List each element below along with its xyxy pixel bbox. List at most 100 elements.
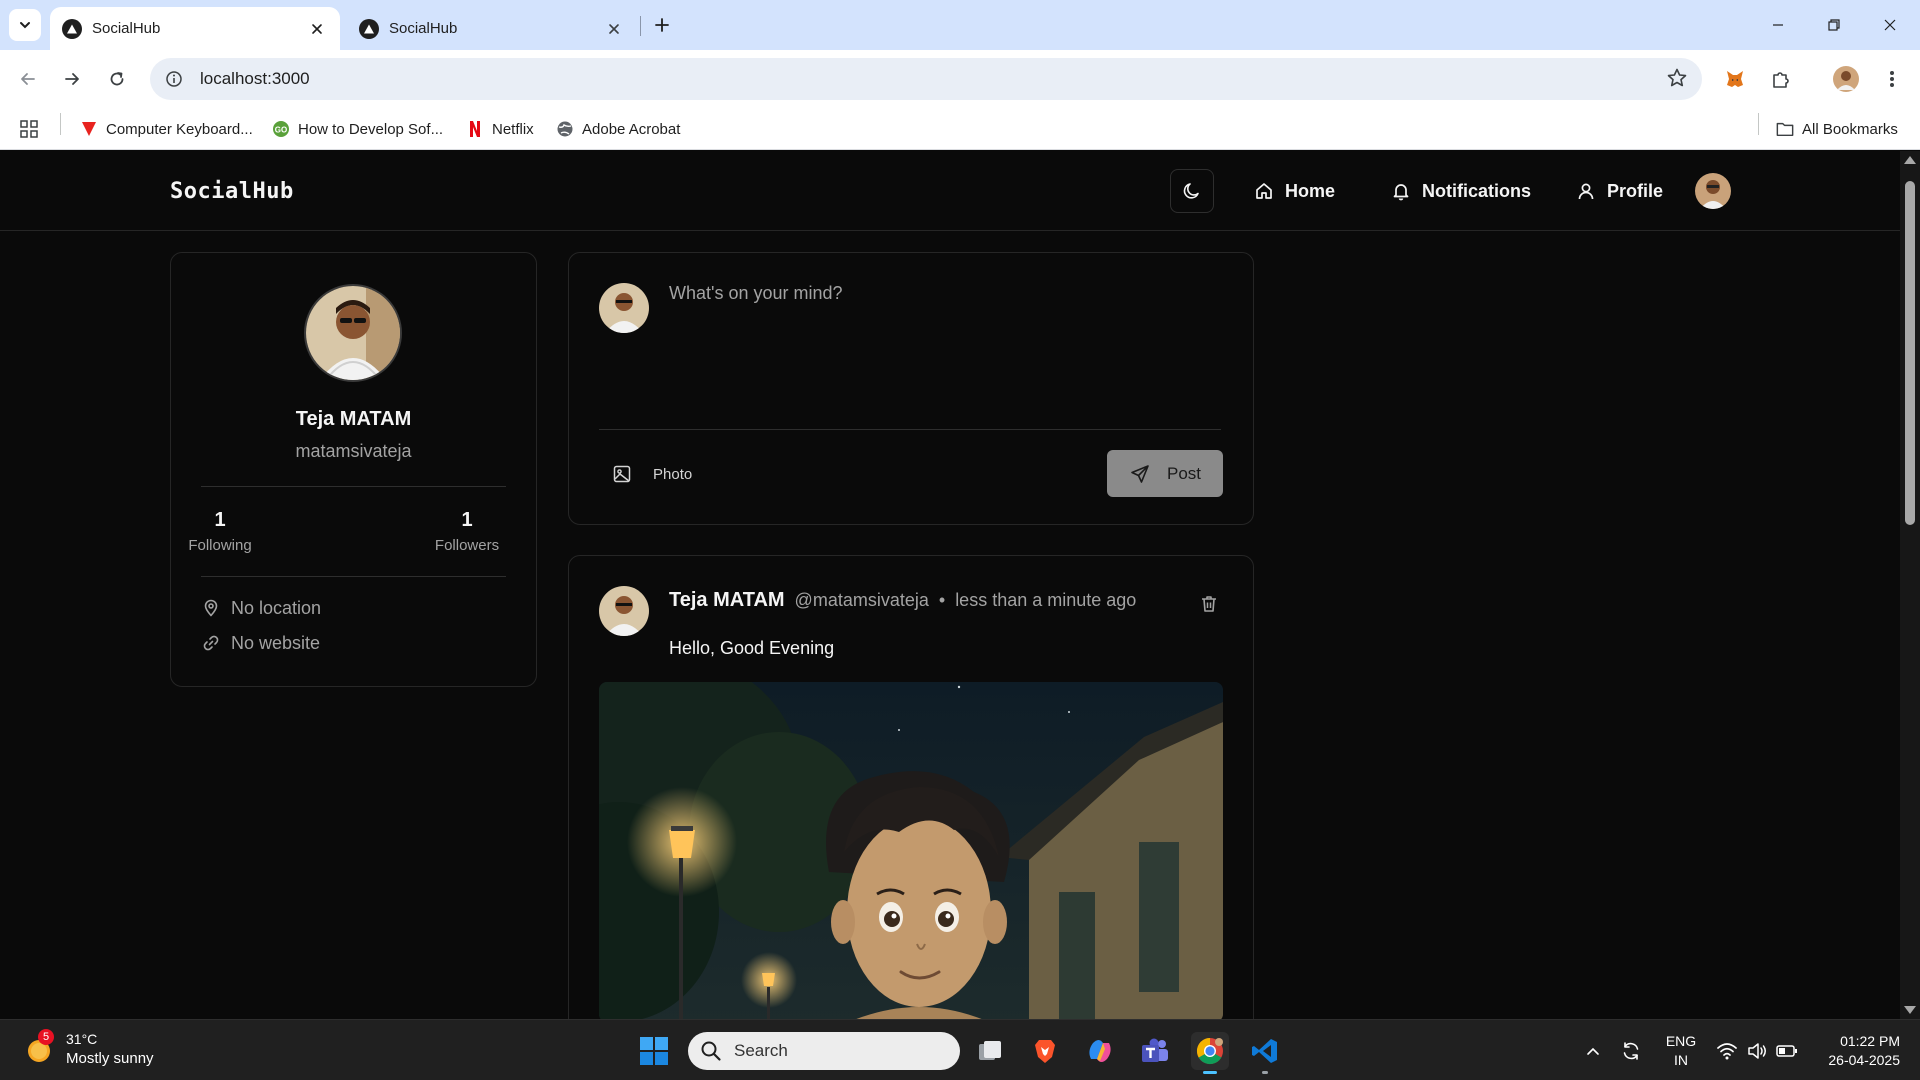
- show-hidden-icons-button[interactable]: [1582, 1040, 1604, 1062]
- post-button[interactable]: Post: [1107, 450, 1223, 497]
- tab-title: SocialHub: [389, 20, 458, 37]
- tab-search-button[interactable]: [9, 9, 41, 41]
- nav-home-label: Home: [1285, 180, 1336, 201]
- new-tab-button[interactable]: [648, 11, 676, 39]
- tab-title: SocialHub: [92, 20, 161, 37]
- battery-tray-icon[interactable]: [1776, 1040, 1798, 1062]
- extensions-puzzle-icon[interactable]: [1765, 63, 1797, 95]
- profile-divider: [201, 576, 506, 577]
- brave-browser-app[interactable]: [1026, 1032, 1064, 1070]
- taskbar-clock[interactable]: 01:22 PM 26-04-2025: [1808, 1032, 1900, 1070]
- vscode-app[interactable]: [1246, 1032, 1284, 1074]
- post-content-input[interactable]: [669, 283, 1229, 403]
- taskbar-search-box[interactable]: Search: [688, 1032, 960, 1070]
- photo-label: Photo: [653, 465, 693, 483]
- lang-code: ENG: [1665, 1033, 1697, 1049]
- sync-icon: [1623, 1042, 1639, 1060]
- post-author-name[interactable]: Teja MATAM: [669, 589, 785, 612]
- website-text: No website: [231, 632, 321, 653]
- folder-icon: [1776, 120, 1794, 138]
- wifi-tray-icon[interactable]: [1716, 1040, 1738, 1062]
- netflix-icon: [466, 120, 484, 138]
- bookmark-label: Adobe Acrobat: [582, 120, 681, 138]
- forward-button[interactable]: [54, 61, 90, 97]
- task-view-button[interactable]: [971, 1032, 1009, 1070]
- following-stat[interactable]: 1 Following: [170, 509, 270, 554]
- bookmark-netflix[interactable]: Netflix: [466, 118, 534, 140]
- weather-alert-badge: 5: [38, 1029, 54, 1045]
- close-window-button[interactable]: [1862, 0, 1918, 50]
- post-author-handle[interactable]: @matamsivateja: [795, 590, 929, 611]
- followers-stat[interactable]: 1 Followers: [417, 509, 517, 554]
- page-scrollbar[interactable]: [1900, 151, 1920, 1019]
- bookmark-computer-keyboard[interactable]: Computer Keyboard...: [80, 118, 253, 140]
- scroll-up-arrow[interactable]: [1904, 156, 1916, 164]
- back-button[interactable]: [10, 61, 46, 97]
- app-header: SocialHub Home Notifications Profile: [0, 151, 1900, 231]
- open-app-indicator: [1262, 1071, 1268, 1074]
- close-icon[interactable]: [306, 18, 328, 40]
- weather-temperature: 31°C: [66, 1031, 98, 1047]
- close-icon[interactable]: [603, 18, 625, 40]
- chrome-app[interactable]: [1191, 1032, 1229, 1074]
- restore-button[interactable]: [1806, 0, 1862, 50]
- url-text[interactable]: localhost:3000: [200, 69, 310, 89]
- active-app-indicator: [1203, 1071, 1217, 1074]
- theme-toggle-button[interactable]: [1170, 169, 1214, 213]
- start-button[interactable]: [638, 1035, 670, 1067]
- minimize-button[interactable]: [1750, 0, 1806, 50]
- post-header: Teja MATAM @matamsivateja • less than a …: [669, 589, 1136, 615]
- input-language-indicator[interactable]: ENG IN: [1664, 1032, 1698, 1070]
- sync-tray-icon[interactable]: [1620, 1040, 1642, 1062]
- chrome-icon: [1196, 1037, 1223, 1065]
- bookmark-separator: [1758, 113, 1759, 135]
- bookmark-label: Netflix: [492, 120, 534, 138]
- weather-widget[interactable]: 5 31°C Mostly sunny: [24, 1029, 154, 1068]
- reload-button[interactable]: [99, 61, 135, 97]
- address-bar[interactable]: localhost:3000: [150, 58, 1702, 100]
- all-bookmarks-button[interactable]: All Bookmarks: [1776, 118, 1898, 140]
- site-info-icon[interactable]: [154, 59, 194, 99]
- link-icon: [201, 633, 221, 653]
- speaker-icon: [1748, 1043, 1766, 1059]
- windows-logo-icon: [640, 1037, 668, 1065]
- profile-avatar[interactable]: [1830, 63, 1862, 95]
- teams-app[interactable]: [1136, 1032, 1174, 1070]
- volume-tray-icon[interactable]: [1746, 1040, 1768, 1062]
- bookmark-star-icon[interactable]: [1666, 67, 1688, 89]
- lang-region: IN: [1674, 1052, 1688, 1068]
- nav-notifications-link[interactable]: Notifications: [1390, 177, 1531, 205]
- post-author-avatar[interactable]: [599, 586, 649, 636]
- nav-home-link[interactable]: Home: [1253, 177, 1335, 205]
- bookmark-adobe-acrobat[interactable]: Adobe Acrobat: [556, 118, 680, 140]
- vscode-icon: [1252, 1039, 1277, 1063]
- post-timestamp: less than a minute ago: [955, 590, 1137, 610]
- clock-date: 26-04-2025: [1828, 1052, 1900, 1068]
- apps-grid-button[interactable]: [20, 118, 46, 140]
- metamask-extension-icon[interactable]: [1719, 63, 1751, 95]
- bookmark-label: How to Develop Sof...: [298, 120, 444, 138]
- scrollbar-thumb[interactable]: [1905, 181, 1915, 525]
- bookmark-how-to-develop[interactable]: GO How to Develop Sof...: [272, 118, 443, 140]
- close-icon: [1884, 19, 1896, 31]
- page-viewport: SocialHub Home Notifications Profile Tej…: [0, 151, 1900, 1019]
- delete-post-button[interactable]: [1197, 592, 1221, 616]
- browser-tab-strip: SocialHub SocialHub: [0, 0, 1920, 50]
- nav-profile-link[interactable]: Profile: [1575, 177, 1663, 205]
- add-photo-button[interactable]: Photo: [611, 461, 692, 487]
- browser-tab-inactive[interactable]: SocialHub: [347, 7, 637, 50]
- browser-menu-icon[interactable]: [1876, 63, 1908, 95]
- site-icon: GO: [272, 120, 290, 138]
- profile-website: No website: [201, 632, 320, 654]
- browser-tab-active[interactable]: SocialHub: [50, 7, 340, 50]
- bookmark-label: Computer Keyboard...: [106, 120, 253, 138]
- post-image[interactable]: [599, 682, 1223, 1019]
- sun-icon: 5: [24, 1029, 56, 1065]
- bookmark-separator: [60, 113, 61, 135]
- profile-avatar-large[interactable]: [304, 284, 402, 382]
- copilot-app[interactable]: [1081, 1032, 1119, 1070]
- scroll-down-arrow[interactable]: [1904, 1006, 1916, 1014]
- moon-icon: [1183, 183, 1199, 199]
- app-logo[interactable]: SocialHub: [170, 179, 294, 204]
- header-user-avatar[interactable]: [1695, 173, 1731, 209]
